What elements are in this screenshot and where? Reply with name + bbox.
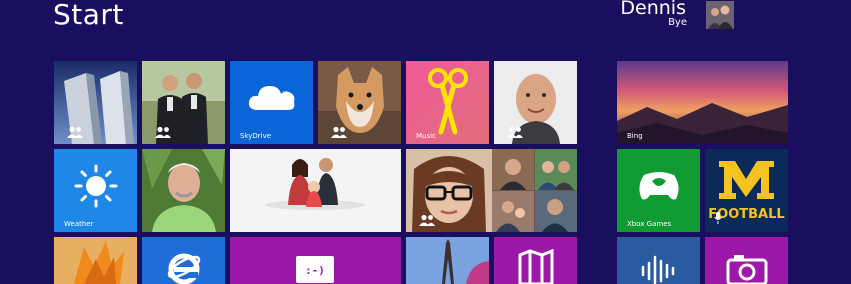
weather-label: Weather xyxy=(64,220,94,228)
people-icon xyxy=(67,126,83,138)
skydrive-tile[interactable]: SkyDrive xyxy=(230,61,313,144)
camera-icon xyxy=(726,255,768,284)
audio-waveform-icon xyxy=(641,255,675,284)
photos-tile-leaves[interactable] xyxy=(54,237,137,284)
people-icon xyxy=(155,126,171,138)
svg-text::-): :-) xyxy=(305,264,325,277)
people-icon xyxy=(419,214,435,226)
start-title: Start xyxy=(53,0,124,31)
microphone-icon xyxy=(714,212,722,224)
music-label: Music xyxy=(416,132,436,140)
bing-label: Bing xyxy=(627,132,643,140)
user-status: Bye xyxy=(668,17,687,28)
michigan-football-tile[interactable]: FOOTBALL xyxy=(705,149,788,232)
sun-icon xyxy=(74,164,117,208)
weather-tile[interactable]: Weather xyxy=(54,149,137,232)
music-tile[interactable]: Music xyxy=(406,61,489,144)
cloud-icon xyxy=(248,85,294,110)
people-tile-man-portrait[interactable] xyxy=(494,61,577,144)
xbox-games-tile[interactable]: Xbox Games xyxy=(617,149,700,232)
people-tile-dog[interactable] xyxy=(318,61,401,144)
people-tile-woman-glasses[interactable] xyxy=(406,149,492,232)
camera-tile[interactable] xyxy=(705,237,788,284)
map-icon xyxy=(518,249,554,284)
messaging-tile[interactable]: :-) xyxy=(230,237,401,284)
game-controller-icon xyxy=(638,171,679,200)
photos-tile-eiffel[interactable] xyxy=(406,237,489,284)
photos-tile-family[interactable] xyxy=(230,149,401,232)
people-tile-two-men[interactable] xyxy=(142,61,225,144)
people-icon xyxy=(507,126,523,138)
internet-explorer-icon xyxy=(167,253,201,284)
bing-tile[interactable]: Bing xyxy=(617,61,788,144)
user-avatar[interactable] xyxy=(706,1,734,29)
maps-tile[interactable] xyxy=(494,237,577,284)
xbox-label: Xbox Games xyxy=(627,220,672,228)
scissors-icon xyxy=(427,67,468,135)
people-icon xyxy=(331,126,347,138)
people-tile-buildings[interactable] xyxy=(54,61,137,144)
skydrive-label: SkyDrive xyxy=(240,132,272,140)
people-photo-mosaic[interactable] xyxy=(492,149,577,232)
messaging-smiley-icon: :-) xyxy=(296,256,334,283)
people-tile-older-man[interactable] xyxy=(142,149,225,232)
podcast-tile[interactable] xyxy=(617,237,700,284)
internet-explorer-tile[interactable] xyxy=(142,237,225,284)
